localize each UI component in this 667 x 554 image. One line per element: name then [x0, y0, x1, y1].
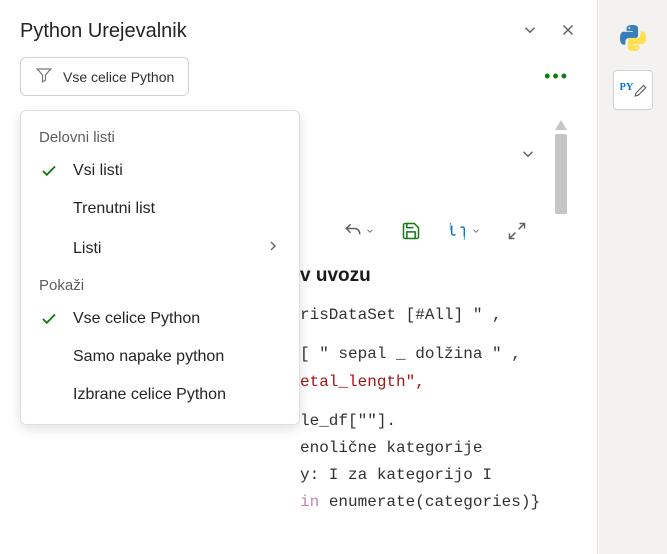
scrollbar[interactable] [555, 120, 567, 520]
python-logo-icon[interactable] [613, 18, 653, 58]
dropdown-section-show: Pokaži [21, 269, 299, 300]
save-button[interactable] [401, 221, 421, 241]
undo-button[interactable] [343, 221, 375, 241]
svg-text:PY: PY [620, 82, 634, 93]
dropdown-item-all-python-cells[interactable]: Vse celice Python [21, 300, 299, 338]
right-rail: PY [599, 0, 667, 554]
filter-label: Vse celice Python [63, 69, 174, 85]
dropdown-item-python-errors[interactable]: Samo napake python [21, 338, 299, 376]
section-collapse-chevron[interactable] [519, 145, 537, 166]
expand-button[interactable] [507, 221, 527, 241]
code-editor[interactable]: v uvozu risDataSet [#All] " , [ " sepal … [300, 260, 557, 517]
cell-toolbar: [] [300, 215, 537, 247]
collapse-panel-chevron[interactable] [521, 21, 539, 42]
filter-dropdown: Delovni listi Vsi listi Trenutni list Li… [20, 110, 300, 425]
dropdown-item-label: Listi [73, 240, 101, 258]
more-options-button[interactable]: ••• [536, 62, 577, 91]
scrollbar-thumb[interactable] [555, 134, 567, 214]
code-section-heading: v uvozu [300, 260, 557, 292]
dropdown-item-label: Vse celice Python [73, 310, 200, 328]
dropdown-item-label: Samo napake python [73, 348, 224, 366]
dropdown-section-worksheets: Delovni listi [21, 121, 299, 152]
panel-title: Python Urejevalnik [20, 20, 521, 43]
check-icon [39, 310, 59, 328]
close-panel-icon[interactable] [559, 21, 577, 42]
reference-button[interactable]: [] [447, 221, 481, 241]
panel-header: Python Urejevalnik [0, 0, 597, 57]
python-editor-rail-button[interactable]: PY [613, 70, 653, 110]
check-icon [39, 162, 59, 180]
dropdown-item-sheets-submenu[interactable]: Listi [21, 228, 299, 269]
dropdown-item-all-sheets[interactable]: Vsi listi [21, 152, 299, 190]
dropdown-item-current-sheet[interactable]: Trenutni list [21, 190, 299, 228]
dropdown-item-label: Trenutni list [73, 200, 155, 218]
dropdown-item-selected-python-cells[interactable]: Izbrane celice Python [21, 376, 299, 414]
dropdown-item-label: Vsi listi [73, 162, 123, 180]
svg-text:]: ] [464, 233, 466, 240]
svg-text:[: [ [449, 224, 451, 231]
chevron-right-icon [265, 238, 281, 259]
dropdown-item-label: Izbrane celice Python [73, 386, 226, 404]
filter-button[interactable]: Vse celice Python [20, 57, 189, 96]
funnel-icon [35, 66, 53, 87]
scroll-up-arrow[interactable] [555, 120, 567, 130]
